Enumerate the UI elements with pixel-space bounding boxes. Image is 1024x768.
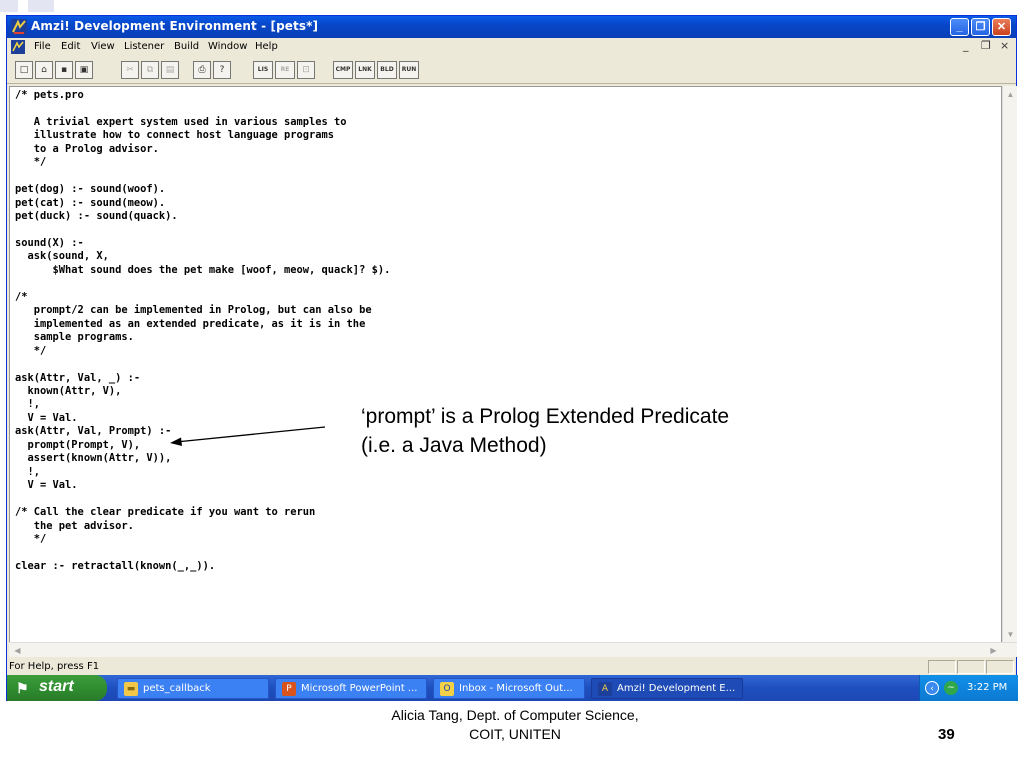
footer-line1: Alicia Tang, Dept. of Computer Science, — [391, 707, 639, 723]
status-text: For Help, press F1 — [9, 661, 100, 672]
amzi-app-icon — [11, 19, 27, 35]
code-editor[interactable]: /* pets.pro A trivial expert system used… — [9, 86, 1002, 656]
build-button[interactable]: BLD — [377, 61, 397, 79]
toolbar: □ ⌂ ▪ ▣ ✂ ⧉ ▤ ⎙ ? LIS RE ⊡ CMP LNK BLD R… — [7, 56, 1016, 84]
taskbar-item-label: Microsoft PowerPoint ... — [301, 683, 418, 694]
stop-icon[interactable]: ⊡ — [297, 61, 315, 79]
vertical-scrollbar[interactable]: ▲ ▼ — [1002, 86, 1017, 656]
reconsult-button[interactable]: RE — [275, 61, 295, 79]
tray-expand-icon[interactable]: ‹ — [925, 681, 939, 695]
folder-icon: ▬ — [124, 682, 138, 696]
cut-icon[interactable]: ✂ — [121, 61, 139, 79]
slide-decoration — [28, 0, 54, 12]
taskbar-item-amzi[interactable]: A Amzi! Development E... — [591, 678, 743, 699]
annotation-line2: (i.e. a Java Method) — [361, 434, 547, 457]
page-number: 39 — [938, 726, 955, 743]
listener-button[interactable]: LIS — [253, 61, 273, 79]
powerpoint-icon: P — [282, 682, 296, 696]
source-code[interactable]: /* pets.pro A trivial expert system used… — [15, 89, 390, 573]
footer-line2: COIT, UNITEN — [469, 726, 561, 742]
paste-icon[interactable]: ▤ — [161, 61, 179, 79]
taskbar-item-powerpoint[interactable]: P Microsoft PowerPoint ... — [275, 678, 427, 699]
taskbar-item-label: Amzi! Development E... — [617, 683, 736, 694]
compile-button[interactable]: CMP — [333, 61, 353, 79]
status-bar: For Help, press F1 — [7, 659, 1016, 675]
taskbar: ⚑ start ▬ pets_callback P Microsoft Powe… — [7, 675, 1018, 701]
outlook-icon: O — [440, 682, 454, 696]
run-button[interactable]: RUN — [399, 61, 419, 79]
scroll-down-icon[interactable]: ▼ — [1004, 628, 1017, 641]
taskbar-item-pets-callback[interactable]: ▬ pets_callback — [117, 678, 269, 699]
annotation-line1: ‘prompt’ is a Prolog Extended Predicate — [361, 405, 730, 428]
copy-icon[interactable]: ⧉ — [141, 61, 159, 79]
scroll-left-icon[interactable]: ◀ — [11, 644, 24, 657]
document-icon[interactable] — [11, 40, 25, 54]
windows-flag-icon: ⚑ — [16, 680, 29, 696]
link-button[interactable]: LNK — [355, 61, 375, 79]
slide-footer: Alicia Tang, Dept. of Computer Science, … — [330, 706, 700, 744]
annotation-text: ‘prompt’ is a Prolog Extended Predicate … — [361, 402, 729, 460]
menu-window[interactable]: Window — [208, 41, 247, 52]
doc-restore-button[interactable]: ❐ — [981, 39, 991, 52]
menu-listener[interactable]: Listener — [124, 41, 164, 52]
taskbar-item-label: Inbox - Microsoft Out... — [459, 683, 573, 694]
clock[interactable]: 3:22 PM — [967, 682, 1007, 693]
amzi-icon: A — [598, 682, 612, 696]
start-button[interactable]: ⚑ start — [7, 675, 107, 701]
save-icon[interactable]: ▪ — [55, 61, 73, 79]
network-icon[interactable]: ~ — [944, 681, 958, 695]
new-file-icon[interactable]: □ — [15, 61, 33, 79]
menu-view[interactable]: View — [91, 41, 115, 52]
scroll-right-icon[interactable]: ▶ — [987, 644, 1000, 657]
menu-build[interactable]: Build — [174, 41, 199, 52]
status-pane — [928, 660, 956, 674]
horizontal-scrollbar[interactable]: ◀ ▶ — [9, 642, 1017, 657]
minimize-button[interactable]: _ — [950, 18, 969, 36]
print-icon[interactable]: ⎙ — [193, 61, 211, 79]
slide-decoration — [0, 0, 18, 12]
taskbar-item-outlook[interactable]: O Inbox - Microsoft Out... — [433, 678, 585, 699]
scroll-up-icon[interactable]: ▲ — [1004, 88, 1017, 101]
save-all-icon[interactable]: ▣ — [75, 61, 93, 79]
menu-help[interactable]: Help — [255, 41, 278, 52]
doc-minimize-button[interactable]: _ — [963, 39, 969, 52]
doc-close-button[interactable]: × — [1000, 39, 1009, 52]
title-bar[interactable]: Amzi! Development Environment - [pets*] … — [7, 16, 1016, 38]
app-window: Amzi! Development Environment - [pets*] … — [6, 15, 1018, 701]
system-tray: ‹ ~ 3:22 PM — [919, 675, 1018, 701]
window-title: Amzi! Development Environment - [pets*] — [31, 19, 319, 33]
help-icon[interactable]: ? — [213, 61, 231, 79]
status-pane — [986, 660, 1014, 674]
menu-file[interactable]: File — [34, 41, 51, 52]
taskbar-item-label: pets_callback — [143, 683, 211, 694]
menu-edit[interactable]: Edit — [61, 41, 80, 52]
close-button[interactable]: ✕ — [992, 18, 1011, 36]
start-label: start — [39, 678, 74, 695]
maximize-button[interactable]: ❐ — [971, 18, 990, 36]
menu-bar: File Edit View Listener Build Window Hel… — [7, 38, 1016, 56]
open-folder-icon[interactable]: ⌂ — [35, 61, 53, 79]
status-pane — [957, 660, 985, 674]
